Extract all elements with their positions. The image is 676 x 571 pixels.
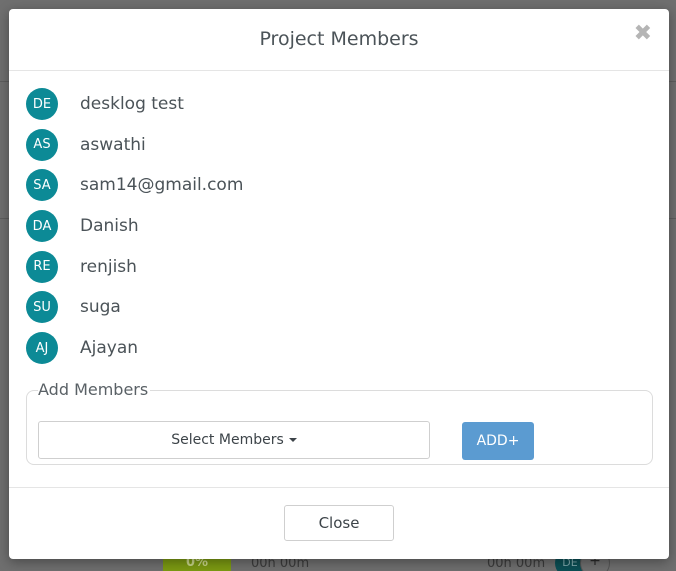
caret-down-icon [288,438,297,442]
select-members-dropdown[interactable]: Select Members [38,421,430,459]
add-member-button[interactable]: ADD+ [462,422,534,460]
member-name: desklog test [80,94,184,114]
add-members-fieldset: Add Members Select Members ADD+ [26,380,653,465]
member-avatar: AJ [26,332,58,365]
modal-footer: Close [9,487,669,559]
member-name: Danish [80,216,139,237]
member-avatar: SA [26,169,58,202]
close-icon[interactable]: ✖ [634,23,652,45]
add-members-legend: Add Members [38,380,151,399]
select-members-label: Select Members [171,432,284,448]
close-button-label: Close [318,514,360,532]
member-name: suga [80,297,121,318]
modal-title: Project Members [259,28,419,50]
member-avatar: AS [26,128,58,161]
member-avatar: DA [26,210,58,243]
project-members-modal: Project Members ✖ DE desklog test AS aswath… [9,9,669,559]
member-name: Ajayan [80,338,139,359]
member-avatar: RE [26,250,58,283]
member-name: aswathi [80,134,146,155]
add-member-button-label: ADD+ [476,433,520,449]
member-name: renjish [80,256,137,277]
member-avatar: SU [26,291,58,324]
member-name: sam14@gmail.com [80,175,244,196]
close-button[interactable]: Close [284,505,394,541]
modal-header: Project Members ✖ [9,9,669,71]
member-avatar: DE [26,88,58,120]
